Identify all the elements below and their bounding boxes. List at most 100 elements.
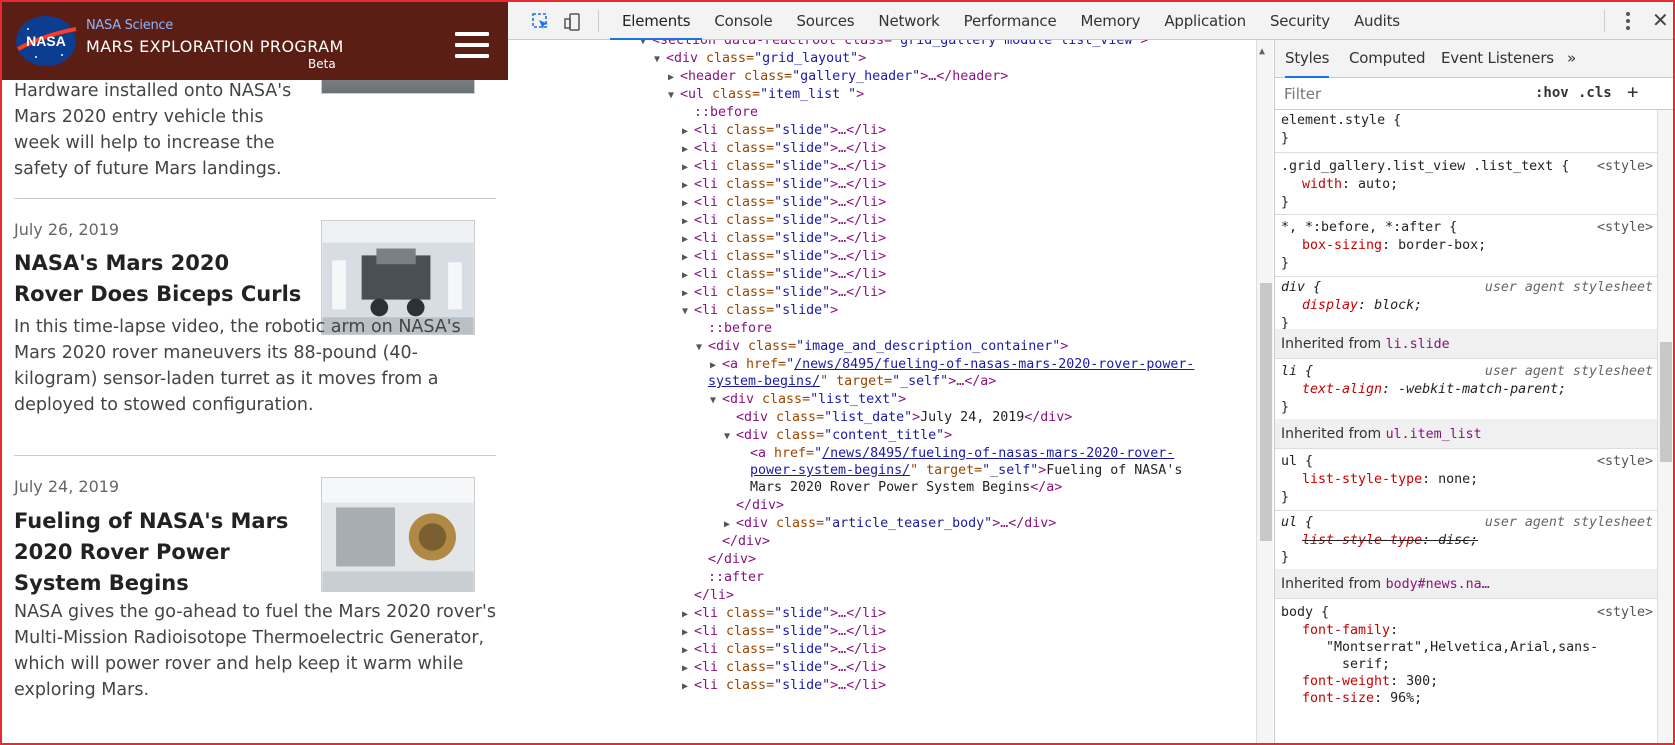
- dom-node[interactable]: ▶ <li class="slide">…</li>: [682, 175, 886, 194]
- article-title[interactable]: NASA's Mars 2020 Rover Does Biceps Curls: [14, 248, 304, 310]
- dom-node[interactable]: ▶ <li class="slide">…</li>: [682, 283, 886, 302]
- hover-state-toggle[interactable]: :hov: [1535, 85, 1569, 101]
- dom-node[interactable]: ▶ <li class="slide">…</li>: [682, 211, 886, 230]
- inherited-from-link[interactable]: body#news.na…: [1386, 577, 1490, 592]
- inherited-from-link[interactable]: li.slide: [1386, 337, 1450, 352]
- css-rule[interactable]: element.style { }: [1275, 111, 1657, 153]
- dom-node[interactable]: ▶ <li class="slide">…</li>: [682, 640, 886, 659]
- nasa-logo-icon[interactable]: NASA: [14, 15, 78, 67]
- menu-icon[interactable]: [455, 32, 489, 60]
- more-tabs-icon[interactable]: »: [1567, 49, 1576, 67]
- css-declaration[interactable]: list-style-type: none;: [1302, 472, 1478, 487]
- href-link[interactable]: system-begins/: [708, 374, 820, 389]
- devtools-toolbar: Elements Console Sources Network Perform…: [508, 2, 1673, 40]
- href-link[interactable]: /news/8495/fueling-of-nasas-mars-2020-ro…: [794, 357, 1194, 372]
- brand-title[interactable]: MARS EXPLORATION PROGRAM: [86, 37, 344, 56]
- styles-tabs: Styles Computed Event Listeners »: [1275, 40, 1673, 78]
- dom-node[interactable]: ▼ <div class="content_title">: [724, 426, 952, 445]
- dom-close-tag[interactable]: </div>: [736, 496, 784, 515]
- dom-pseudo[interactable]: ::before: [694, 103, 758, 122]
- tab-computed[interactable]: Computed: [1349, 49, 1426, 67]
- more-options-icon[interactable]: [1624, 12, 1632, 32]
- new-rule-icon[interactable]: +: [1627, 81, 1638, 103]
- rule-source[interactable]: <style>: [1597, 159, 1653, 174]
- rule-source[interactable]: <style>: [1597, 605, 1653, 620]
- css-declaration[interactable]: text-align: -webkit-match-parent;: [1302, 382, 1566, 397]
- css-rule[interactable]: ul { user agent stylesheet list-style-ty…: [1275, 512, 1657, 570]
- class-toggle[interactable]: .cls: [1578, 85, 1612, 101]
- css-declaration[interactable]: box-sizing: border-box;: [1302, 238, 1486, 253]
- dom-pseudo[interactable]: ::after: [708, 568, 764, 587]
- device-toolbar-icon[interactable]: [564, 13, 582, 31]
- href-link[interactable]: /news/8495/fueling-of-nasas-mars-2020-ro…: [822, 446, 1174, 461]
- styles-scrollbar-thumb[interactable]: [1660, 342, 1672, 462]
- dom-node[interactable]: ▶ <li class="slide">…</li>: [682, 193, 886, 212]
- styles-filter-input[interactable]: [1280, 82, 1530, 106]
- dom-node[interactable]: ▼ <ul class="item_list ">: [668, 85, 864, 104]
- tab-memory[interactable]: Memory: [1069, 2, 1153, 40]
- tab-styles[interactable]: Styles: [1285, 49, 1329, 78]
- css-declaration[interactable]: display: block;: [1302, 298, 1422, 313]
- dom-node[interactable]: <div class="list_date">July 24, 2019</di…: [736, 408, 1072, 427]
- css-value[interactable]: serif;: [1342, 657, 1390, 672]
- tab-event-listeners[interactable]: Event Listeners: [1441, 49, 1554, 67]
- dom-node[interactable]: ▶ <div class="article_teaser_body">…</div…: [724, 514, 1056, 533]
- dom-node[interactable]: ▶ <li class="slide">…</li>: [682, 676, 886, 695]
- css-declaration[interactable]: font-weight: 300;: [1302, 674, 1438, 689]
- tab-performance[interactable]: Performance: [952, 2, 1069, 40]
- dom-node[interactable]: ▶ <li class="slide">…</li>: [682, 247, 886, 266]
- dom-node[interactable]: ▼ <div class="image_and_description_conta…: [696, 337, 1068, 356]
- dom-node[interactable]: ▶ <li class="slide">…</li>: [682, 229, 886, 248]
- dom-node[interactable]: ▶ <li class="slide">…</li>: [682, 658, 886, 677]
- rule-source[interactable]: <style>: [1597, 220, 1653, 235]
- inspect-element-icon[interactable]: [532, 13, 550, 31]
- dom-node-continuation[interactable]: Mars 2020 Rover Power System Begins</a>: [750, 478, 1062, 497]
- dom-node[interactable]: ▶ <li class="slide">…</li>: [682, 121, 886, 140]
- dom-node[interactable]: ▶ <header class="gallery_header">…</heade…: [668, 67, 1008, 86]
- css-rule[interactable]: li { user agent stylesheet text-align: -…: [1275, 360, 1657, 420]
- close-devtools-icon[interactable]: ✕: [1652, 8, 1669, 32]
- dom-node[interactable]: ▶ <li class="slide">…</li>: [682, 157, 886, 176]
- inherited-from-link[interactable]: ul.item_list: [1386, 427, 1482, 442]
- tab-sources[interactable]: Sources: [784, 2, 866, 40]
- rule-source[interactable]: <style>: [1597, 454, 1653, 469]
- css-value[interactable]: "Montserrat",Helvetica,Arial,sans-: [1326, 640, 1598, 655]
- dom-pseudo[interactable]: ::before: [708, 319, 772, 338]
- css-declaration[interactable]: width: auto;: [1302, 177, 1398, 192]
- inherited-header: Inherited from li.slide: [1275, 329, 1657, 359]
- dom-tree-scrollbar-thumb[interactable]: [1260, 283, 1272, 541]
- rule-selector: .grid_gallery.list_view .list_text {: [1281, 159, 1570, 174]
- css-declaration[interactable]: font-size: 96%;: [1302, 691, 1422, 706]
- dom-close-tag[interactable]: </div>: [722, 532, 770, 551]
- dom-node[interactable]: ▼ <li class="slide">: [682, 301, 838, 320]
- tab-elements[interactable]: Elements: [610, 2, 703, 40]
- dom-node[interactable]: ▶ <li class="slide">…</li>: [682, 265, 886, 284]
- rule-close: }: [1281, 131, 1290, 146]
- dom-node[interactable]: ▶ <li class="slide">…</li>: [682, 622, 886, 641]
- dom-close-tag[interactable]: </div>: [708, 550, 756, 569]
- dom-node-continuation[interactable]: system-begins/" target="_self">…</a>: [708, 372, 996, 391]
- tab-audits[interactable]: Audits: [1342, 2, 1412, 40]
- css-declaration-overridden[interactable]: list-style-type: disc;: [1302, 533, 1478, 548]
- css-rule[interactable]: ul { <style> list-style-type: none; }: [1275, 450, 1657, 511]
- css-rule[interactable]: *, *:before, *:after { <style> box-sizin…: [1275, 216, 1657, 277]
- css-rule[interactable]: body { <style> font-family: "Montserrat"…: [1275, 600, 1657, 743]
- dom-node[interactable]: ▶ <li class="slide">…</li>: [682, 604, 886, 623]
- css-rule[interactable]: .grid_gallery.list_view .list_text { <st…: [1275, 154, 1657, 215]
- dom-node[interactable]: ▼ <div class="grid_layout">: [654, 49, 866, 68]
- brand-small[interactable]: NASA Science: [86, 18, 173, 33]
- dom-close-tag[interactable]: </li>: [694, 586, 734, 605]
- dom-node[interactable]: ▶ <li class="slide">…</li>: [682, 139, 886, 158]
- tab-console[interactable]: Console: [702, 2, 784, 40]
- article-title[interactable]: Fueling of NASA's Mars 2020 Rover Power …: [14, 506, 314, 599]
- href-link[interactable]: power-system-begins/: [750, 463, 910, 478]
- dom-tree: ▼ <section data-reactroot class="grid_gal…: [526, 40, 1256, 743]
- tab-network[interactable]: Network: [866, 2, 951, 40]
- article-thumbnail[interactable]: [321, 477, 475, 592]
- dom-node[interactable]: ▼ <div class="list_text">: [710, 390, 906, 409]
- tab-application[interactable]: Application: [1152, 2, 1258, 40]
- article-teaser: Hardware installed onto NASA's Mars 2020…: [14, 81, 292, 179]
- tab-security[interactable]: Security: [1258, 2, 1342, 40]
- css-declaration[interactable]: font-family:: [1302, 623, 1398, 638]
- scroll-up-icon[interactable]: ▲: [1259, 46, 1265, 57]
